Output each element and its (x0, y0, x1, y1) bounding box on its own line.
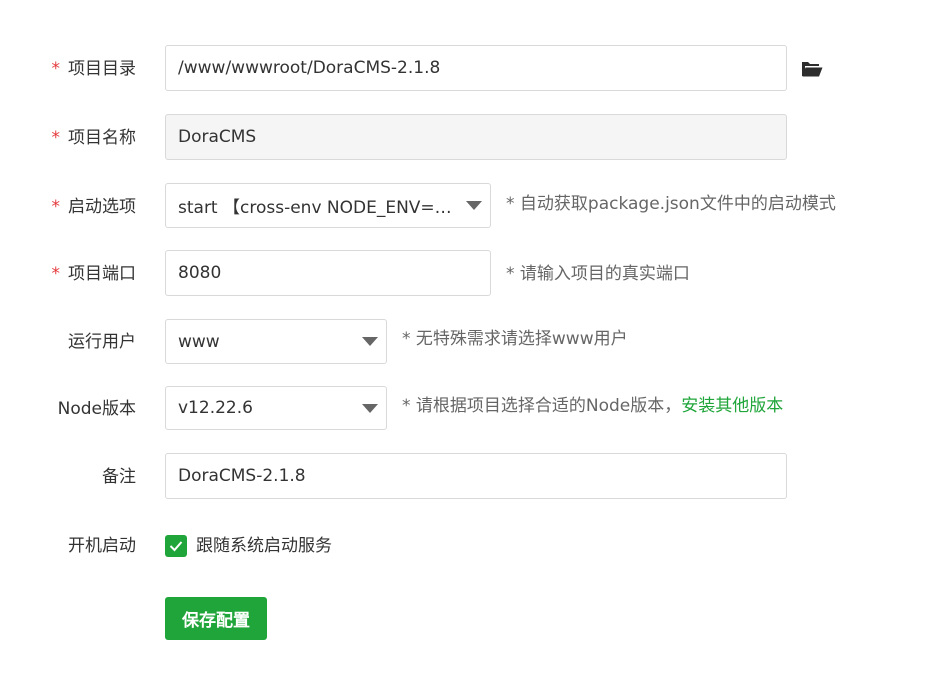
project-port-label: * 项目端口 (52, 262, 137, 286)
project-port-value: 8080 (178, 263, 222, 283)
chevron-down-icon (466, 201, 482, 210)
node-version-label: Node版本 (57, 399, 136, 419)
autostart-label: 开机启动 (68, 536, 136, 556)
node-version-hint-text: * 请根据项目选择合适的Node版本， (402, 396, 682, 416)
chevron-down-icon (362, 337, 378, 346)
required-mark: * (51, 197, 61, 217)
autostart-checkbox-label[interactable]: 跟随系统启动服务 (196, 534, 332, 558)
required-mark: * (51, 264, 61, 284)
project-port-input[interactable]: 8080 (165, 250, 491, 296)
install-other-versions-link[interactable]: 安装其他版本 (681, 396, 783, 416)
remark-value: DoraCMS-2.1.8 (178, 466, 306, 486)
start-option-label-text: 启动选项 (68, 197, 136, 217)
required-mark: * (51, 59, 61, 79)
remark-input[interactable]: DoraCMS-2.1.8 (165, 453, 787, 499)
project-port-label-text: 项目端口 (68, 264, 136, 284)
start-option-select[interactable]: start 【cross-env NODE_ENV=pr... (165, 183, 491, 228)
project-name-input[interactable]: DoraCMS (165, 114, 787, 160)
run-user-hint: * 无特殊需求请选择www用户 (402, 329, 628, 349)
chevron-down-icon (362, 403, 378, 413)
run-user-label: 运行用户 (68, 332, 136, 352)
save-config-button[interactable]: 保存配置 (165, 597, 267, 640)
node-version-select[interactable]: v12.22.6 (165, 386, 387, 430)
required-mark: * (51, 128, 61, 148)
start-option-hint: * 自动获取package.json文件中的启动模式 (506, 194, 836, 214)
run-user-value: www (178, 331, 220, 352)
folder-open-icon[interactable] (801, 60, 823, 78)
project-dir-label: * 项目目录 (52, 57, 137, 81)
check-icon (169, 541, 183, 552)
project-name-label-text: 项目名称 (68, 128, 136, 148)
project-dir-value: /www/wwwroot/DoraCMS-2.1.8 (178, 58, 441, 78)
project-dir-label-text: 项目目录 (68, 59, 136, 79)
start-option-value: start 【cross-env NODE_ENV=pr... (178, 198, 458, 218)
remark-label: 备注 (102, 467, 136, 487)
node-version-value: v12.22.6 (178, 398, 253, 418)
run-user-select[interactable]: www (165, 319, 387, 364)
start-option-label: * 启动选项 (52, 195, 137, 219)
project-port-hint: * 请输入项目的真实端口 (506, 264, 690, 284)
project-dir-input[interactable]: /www/wwwroot/DoraCMS-2.1.8 (165, 45, 787, 91)
node-version-hint: * 请根据项目选择合适的Node版本，安装其他版本 (402, 394, 783, 418)
project-name-label: * 项目名称 (52, 126, 137, 150)
project-name-value: DoraCMS (178, 127, 257, 147)
autostart-checkbox[interactable] (165, 535, 187, 557)
